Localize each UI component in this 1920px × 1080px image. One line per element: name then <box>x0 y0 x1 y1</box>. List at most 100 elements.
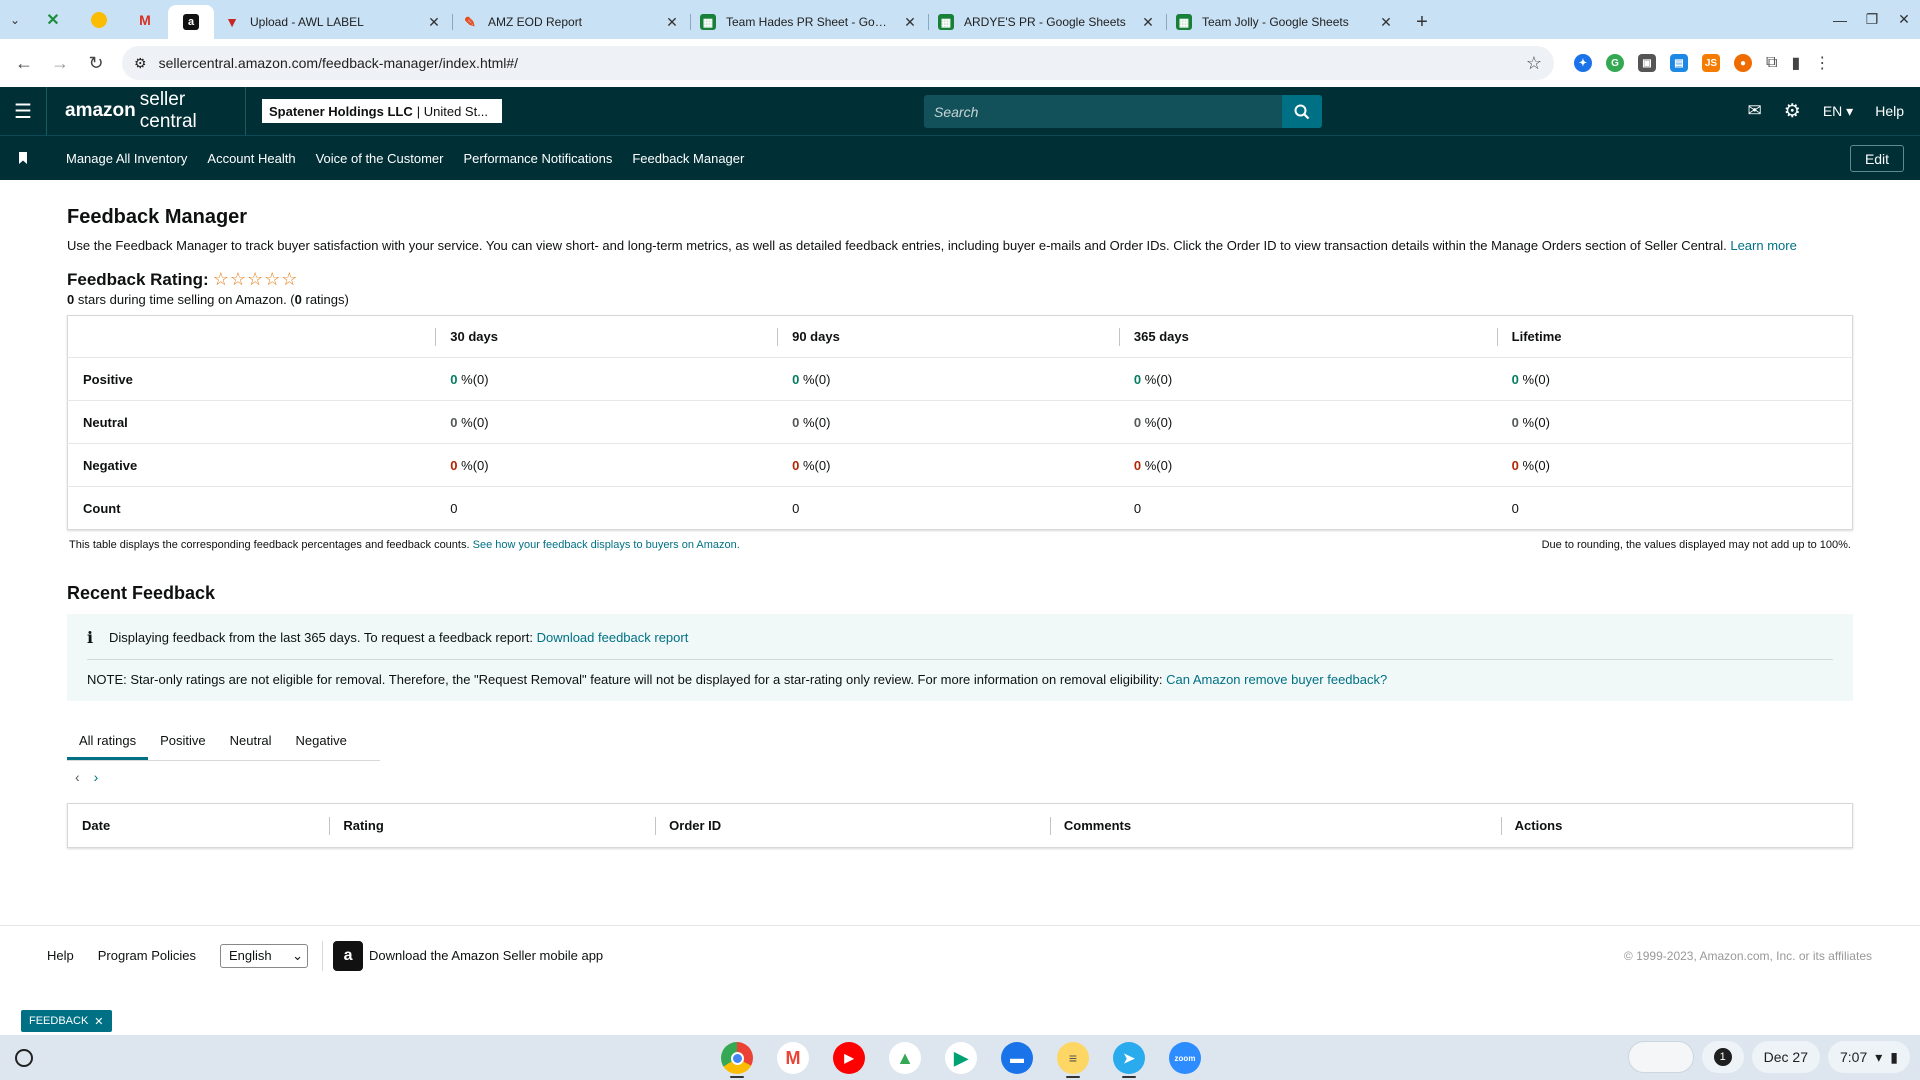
mobile-app-download[interactable]: a Download the Amazon Seller mobile app <box>322 940 603 971</box>
browser-tab-strip: ⌄ ✕ M a ▼ Upload - AWL LABEL ✕ ✎ AMZ EOD… <box>0 0 1920 39</box>
gmail-app-icon[interactable]: M <box>774 1039 812 1077</box>
close-icon[interactable]: ✕ <box>426 14 442 31</box>
status-area[interactable]: 7:07 ▾ ▮ <box>1828 1041 1910 1073</box>
tab-team-jolly[interactable]: ▦ Team Jolly - Google Sheets ✕ <box>1166 5 1404 39</box>
help-link[interactable]: Help <box>1875 103 1904 119</box>
nav-voice-of-customer[interactable]: Voice of the Customer <box>316 151 444 166</box>
column-header[interactable]: Date <box>68 804 330 848</box>
hamburger-menu-icon[interactable]: ☰ <box>0 99 46 124</box>
notification-badge[interactable]: 1 <box>1701 1041 1744 1073</box>
seller-central-logo[interactable]: amazon seller central <box>46 87 246 135</box>
files-app-icon[interactable]: ▬ <box>998 1039 1036 1077</box>
edit-nav-button[interactable]: Edit <box>1850 145 1904 172</box>
maximize-icon[interactable]: ❐ <box>1856 11 1888 28</box>
reload-icon[interactable]: ↻ <box>80 47 112 79</box>
back-icon[interactable]: ← <box>8 47 40 79</box>
pinned-tab-chrome-web[interactable] <box>76 0 122 39</box>
pinned-tab-gmail[interactable]: M <box>122 0 168 39</box>
column-header[interactable]: Rating <box>329 804 655 848</box>
tab-ardyes-pr[interactable]: ▦ ARDYE'S PR - Google Sheets ✕ <box>928 5 1166 39</box>
feedback-chip[interactable]: FEEDBACK ✕ <box>21 1010 112 1032</box>
puzzle-icon[interactable]: ⧉ <box>1766 54 1777 72</box>
tab-all-ratings[interactable]: All ratings <box>67 723 149 760</box>
rounding-note: Due to rounding, the values displayed ma… <box>1541 539 1851 551</box>
language-selector[interactable]: EN ▾ <box>1823 103 1853 120</box>
notes-app-icon[interactable]: ≡ <box>1054 1039 1092 1078</box>
column-header[interactable]: Order ID <box>655 804 1050 848</box>
account-switcher[interactable]: Spatener Holdings LLC | United St... <box>262 99 502 123</box>
launcher-icon[interactable] <box>15 1048 33 1067</box>
close-icon[interactable]: ✕ <box>1378 14 1394 31</box>
date-display[interactable]: Dec 27 <box>1751 1041 1820 1073</box>
mail-icon[interactable]: ✉ <box>1748 101 1762 121</box>
nav-performance-notifications[interactable]: Performance Notifications <box>463 151 612 166</box>
zoom-app-icon[interactable]: zoom <box>1166 1039 1204 1077</box>
pagination: ‹ › <box>67 769 1853 785</box>
more-icon[interactable]: ⋮ <box>1814 53 1830 73</box>
bookmark-star-icon[interactable]: ☆ <box>1526 53 1542 74</box>
sheets-favicon-icon: ▦ <box>938 14 954 30</box>
close-icon[interactable]: ✕ <box>1140 14 1156 31</box>
drive-app-icon[interactable]: ▲ <box>886 1039 924 1077</box>
close-icon[interactable]: ✕ <box>664 14 680 31</box>
pinned-tab-amazon[interactable]: a <box>168 5 214 39</box>
site-info-icon[interactable]: ⚙ <box>134 55 147 72</box>
excel-favicon-icon: ✕ <box>46 11 60 29</box>
tab-positive[interactable]: Positive <box>148 723 218 760</box>
new-tab-button[interactable]: + <box>1404 5 1440 39</box>
url-text[interactable]: sellercentral.amazon.com/feedback-manage… <box>159 55 1514 71</box>
telegram-app-icon[interactable]: ➤ <box>1110 1039 1148 1078</box>
rating-summary: 0 stars during time selling on Amazon. (… <box>67 292 349 307</box>
search-icon <box>1294 104 1310 119</box>
program-policies-link[interactable]: Program Policies <box>98 948 196 963</box>
feedback-rating: Feedback Rating: ☆☆☆☆☆ <box>67 269 299 289</box>
close-window-icon[interactable]: ✕ <box>1888 11 1920 28</box>
removal-eligibility-link[interactable]: Can Amazon remove buyer feedback? <box>1166 672 1387 687</box>
bookmark-icon[interactable] <box>0 152 46 164</box>
sheets-favicon-icon: ▦ <box>1176 14 1192 30</box>
nav-feedback-manager[interactable]: Feedback Manager <box>632 151 744 166</box>
chrome-app-icon[interactable] <box>718 1039 756 1078</box>
pinned-tab-excel[interactable]: ✕ <box>30 0 76 39</box>
footer-language-select[interactable]: English ⌄ <box>220 943 309 968</box>
nav-manage-all-inventory[interactable]: Manage All Inventory <box>66 151 187 166</box>
extension-icon[interactable]: ▤ <box>1670 54 1688 72</box>
tab-negative[interactable]: Negative <box>284 723 359 760</box>
info-icon: i <box>87 628 94 647</box>
column-header[interactable]: Actions <box>1500 804 1853 848</box>
chevron-right-icon[interactable]: › <box>94 769 99 785</box>
footer-help-link[interactable]: Help <box>47 948 74 963</box>
extension-icon[interactable]: ✦ <box>1574 54 1592 72</box>
gear-icon[interactable]: ⚙ <box>1784 100 1801 123</box>
screenshot-thumbnail[interactable] <box>1627 1041 1694 1073</box>
close-icon[interactable]: ✕ <box>902 14 918 31</box>
close-icon[interactable]: ✕ <box>94 1015 103 1028</box>
youtube-app-icon[interactable]: ▶ <box>830 1039 868 1077</box>
tab-search-icon[interactable]: ⌄ <box>0 0 30 39</box>
awl-favicon-icon: ▼ <box>225 14 239 30</box>
nav-account-health[interactable]: Account Health <box>207 151 295 166</box>
search-button[interactable] <box>1282 95 1322 128</box>
sheets-favicon-icon: ▦ <box>700 14 716 30</box>
side-panel-icon[interactable]: ▮ <box>1791 53 1800 73</box>
extension-icon[interactable]: ▣ <box>1638 54 1656 72</box>
table-row: Positive 0 %(0) 0 %(0) 0 %(0) 0 %(0) <box>67 357 1853 401</box>
learn-more-link[interactable]: Learn more <box>1730 238 1796 253</box>
play-store-app-icon[interactable]: ▶ <box>942 1039 980 1077</box>
extension-icon[interactable]: ● <box>1734 54 1752 72</box>
search-input[interactable]: Search <box>924 95 1282 128</box>
address-bar[interactable]: ⚙ sellercentral.amazon.com/feedback-mana… <box>122 46 1554 80</box>
tab-team-hades[interactable]: ▦ Team Hades PR Sheet - Google ✕ <box>690 5 928 39</box>
tab-neutral[interactable]: Neutral <box>218 723 284 760</box>
tab-amz-eod-report[interactable]: ✎ AMZ EOD Report ✕ <box>452 5 690 39</box>
column-header[interactable]: Comments <box>1049 804 1501 848</box>
minimize-icon[interactable]: — <box>1824 12 1856 28</box>
extension-icon[interactable]: G <box>1606 54 1624 72</box>
chevron-left-icon[interactable]: ‹ <box>75 769 80 785</box>
copyright: © 1999-2023, Amazon.com, Inc. or its aff… <box>1623 948 1872 963</box>
see-feedback-display-link[interactable]: See how your feedback displays to buyers… <box>473 539 740 551</box>
tab-upload-awl-label[interactable]: ▼ Upload - AWL LABEL ✕ <box>214 5 452 39</box>
extension-icon[interactable]: JS <box>1702 54 1720 72</box>
forward-icon[interactable]: → <box>44 47 76 79</box>
download-feedback-report-link[interactable]: Download feedback report <box>537 630 689 645</box>
